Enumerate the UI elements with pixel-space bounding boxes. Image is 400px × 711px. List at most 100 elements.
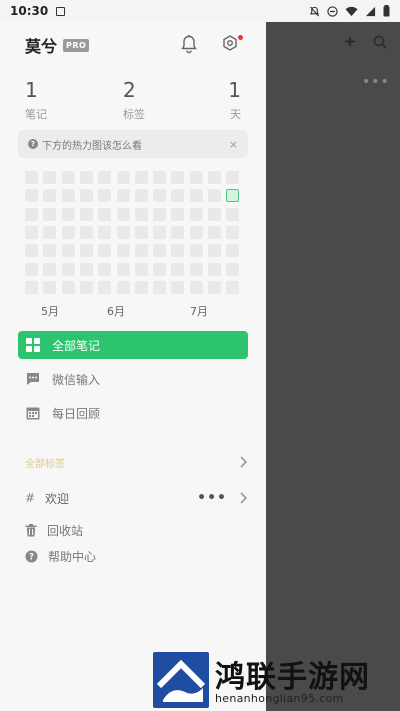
heatmap-cell[interactable]	[25, 189, 38, 203]
heatmap-cell[interactable]	[226, 189, 240, 203]
heatmap-cell[interactable]	[189, 171, 203, 184]
heatmap-cell[interactable]	[208, 262, 221, 276]
help-center-item[interactable]: ? 帮助中心	[25, 547, 247, 565]
stat-notes[interactable]: 1 笔记	[25, 78, 47, 122]
heatmap-cell[interactable]	[61, 244, 75, 258]
heatmap-cell[interactable]	[134, 207, 148, 221]
heatmap-cell[interactable]	[226, 207, 240, 221]
heatmap-cell[interactable]	[153, 262, 167, 276]
heatmap-cell[interactable]	[116, 207, 130, 221]
heatmap-cell[interactable]	[61, 207, 75, 221]
heatmap-cell[interactable]	[98, 262, 112, 276]
heatmap-cell[interactable]	[61, 189, 75, 203]
heatmap-cell[interactable]	[25, 225, 38, 239]
heatmap-cell[interactable]	[171, 171, 185, 184]
heatmap-cell[interactable]	[171, 225, 185, 239]
heatmap-cell[interactable]	[134, 189, 148, 203]
heatmap-cell[interactable]	[116, 280, 130, 294]
heatmap-cell[interactable]	[153, 244, 167, 258]
pro-badge[interactable]: PRO	[63, 38, 90, 52]
heatmap-cell[interactable]	[171, 189, 185, 203]
heatmap-cell[interactable]	[25, 262, 38, 276]
heatmap-cell[interactable]	[134, 262, 148, 276]
heatmap-cell[interactable]	[153, 207, 167, 221]
heatmap-cell[interactable]	[153, 171, 167, 184]
heatmap-cell[interactable]	[79, 244, 93, 258]
heatmap-cell[interactable]	[171, 280, 185, 294]
heatmap-cell[interactable]	[98, 171, 112, 184]
heatmap-cell[interactable]	[208, 244, 221, 258]
heatmap-cell[interactable]	[189, 280, 203, 294]
heatmap-cell[interactable]	[61, 280, 75, 294]
heatmap-cell[interactable]	[43, 244, 57, 258]
heatmap-cell[interactable]	[116, 244, 130, 258]
heatmap-cell[interactable]	[189, 244, 203, 258]
stat-days[interactable]: 1 天	[228, 78, 241, 122]
more-icon[interactable]: •••	[197, 490, 227, 506]
heatmap-cell[interactable]	[171, 207, 185, 221]
heatmap-cell[interactable]	[25, 280, 38, 294]
heatmap-cell[interactable]	[171, 262, 185, 276]
stat-tags[interactable]: 2 标签	[123, 78, 145, 122]
heatmap-cell[interactable]	[79, 171, 93, 184]
heatmap-cell[interactable]	[208, 280, 221, 294]
heatmap-cell[interactable]	[208, 171, 221, 184]
heatmap-cell[interactable]	[25, 171, 38, 184]
heatmap-cell[interactable]	[116, 189, 130, 203]
all-tags-header[interactable]: 全部标签	[25, 454, 247, 470]
heatmap-cell[interactable]	[43, 280, 57, 294]
heatmap-cell[interactable]	[116, 171, 130, 184]
heatmap-cell[interactable]	[134, 225, 148, 239]
heatmap-cell[interactable]	[226, 171, 240, 184]
heatmap-cell[interactable]	[43, 189, 57, 203]
heatmap-cell[interactable]	[98, 189, 112, 203]
heatmap-cell[interactable]	[25, 244, 38, 258]
heatmap-cell[interactable]	[189, 225, 203, 239]
trash-item[interactable]: 回收站	[25, 521, 247, 539]
heatmap-tip[interactable]: ? 下方的热力图该怎么看 ×	[18, 130, 248, 158]
nav-wechat-input[interactable]: 微信输入	[18, 365, 248, 393]
heatmap-cell[interactable]	[79, 262, 93, 276]
heatmap-cell[interactable]	[134, 280, 148, 294]
heatmap-cell[interactable]	[98, 244, 112, 258]
heatmap-cell[interactable]	[116, 225, 130, 239]
heatmap-cell[interactable]	[79, 189, 93, 203]
scrim-overlay[interactable]: •••	[266, 22, 400, 711]
heatmap-cell[interactable]	[134, 171, 148, 184]
heatmap-cell[interactable]	[208, 225, 221, 239]
heatmap-cell[interactable]	[43, 262, 57, 276]
close-icon[interactable]: ×	[229, 138, 238, 151]
heatmap-cell[interactable]	[43, 171, 57, 184]
heatmap-cell[interactable]	[43, 225, 57, 239]
heatmap-cell[interactable]	[189, 189, 203, 203]
settings-icon[interactable]	[221, 34, 239, 54]
heatmap-cell[interactable]	[226, 225, 240, 239]
heatmap-cell[interactable]	[153, 225, 167, 239]
heatmap-cell[interactable]	[208, 207, 221, 221]
heatmap-cell[interactable]	[226, 280, 240, 294]
heatmap-cell[interactable]	[116, 262, 130, 276]
nav-all-notes[interactable]: 全部笔记	[18, 331, 248, 359]
heatmap-cell[interactable]	[134, 244, 148, 258]
heatmap-cell[interactable]	[25, 207, 38, 221]
heatmap-cell[interactable]	[79, 207, 93, 221]
heatmap-cell[interactable]	[61, 225, 75, 239]
heatmap-cell[interactable]	[98, 280, 112, 294]
heatmap-cell[interactable]	[171, 244, 185, 258]
heatmap-cell[interactable]	[208, 189, 221, 203]
heatmap-cell[interactable]	[153, 280, 167, 294]
heatmap-cell[interactable]	[98, 207, 112, 221]
nav-daily-review[interactable]: 每日回顾	[18, 399, 248, 427]
tag-item[interactable]: # 欢迎 •••	[25, 489, 247, 507]
heatmap-cell[interactable]	[98, 225, 112, 239]
bell-icon[interactable]	[180, 34, 198, 54]
heatmap-cell[interactable]	[153, 189, 167, 203]
heatmap-cell[interactable]	[189, 262, 203, 276]
heatmap-cell[interactable]	[61, 262, 75, 276]
heatmap-cell[interactable]	[43, 207, 57, 221]
heatmap-cell[interactable]	[226, 262, 240, 276]
heatmap-cell[interactable]	[79, 225, 93, 239]
heatmap-cell[interactable]	[189, 207, 203, 221]
heatmap-cell[interactable]	[61, 171, 75, 184]
chevron-right-icon[interactable]	[239, 492, 247, 504]
